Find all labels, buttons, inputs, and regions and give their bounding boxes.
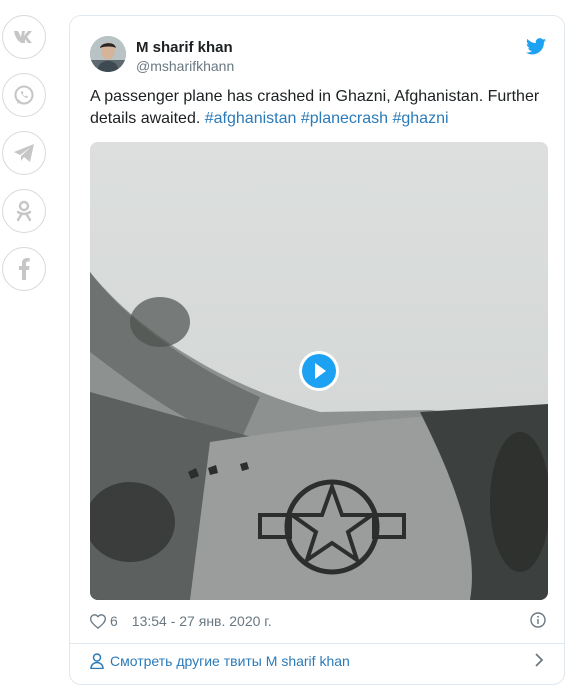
share-vk-button[interactable]: [2, 15, 46, 59]
hashtag-ghazni[interactable]: #ghazni: [392, 110, 448, 127]
video-thumbnail[interactable]: [90, 142, 548, 600]
odnoklassniki-icon: [16, 200, 32, 222]
whatsapp-icon: [14, 85, 34, 105]
divider: [70, 643, 564, 644]
avatar[interactable]: [90, 36, 126, 72]
share-odnoklassniki-button[interactable]: [2, 189, 46, 233]
telegram-icon: [14, 144, 34, 162]
play-button[interactable]: [299, 351, 339, 391]
author-handle[interactable]: @msharifkhann: [136, 58, 234, 74]
vk-icon: [14, 31, 32, 43]
share-whatsapp-button[interactable]: [2, 73, 46, 117]
play-icon: [302, 354, 336, 388]
tweet-timestamp[interactable]: 13:54 - 27 янв. 2020 г.: [132, 613, 272, 629]
tweet-card: M sharif khan @msharifkhann A passenger …: [69, 15, 565, 685]
twitter-bird-icon[interactable]: [526, 38, 546, 55]
tweet-text: A passenger plane has crashed in Ghazni,…: [90, 86, 550, 130]
chevron-right-icon[interactable]: [534, 652, 544, 668]
hashtag-planecrash[interactable]: #planecrash: [301, 110, 388, 127]
facebook-icon: [19, 258, 30, 280]
hashtag-afghanistan[interactable]: #afghanistan: [205, 110, 297, 127]
info-icon[interactable]: [530, 612, 546, 628]
tweet-meta: 6 13:54 - 27 янв. 2020 г.: [90, 611, 272, 631]
like-count[interactable]: 6: [110, 613, 118, 629]
share-telegram-button[interactable]: [2, 131, 46, 175]
heart-icon[interactable]: [90, 613, 106, 629]
share-facebook-button[interactable]: [2, 247, 46, 291]
author-name[interactable]: M sharif khan: [136, 39, 233, 56]
